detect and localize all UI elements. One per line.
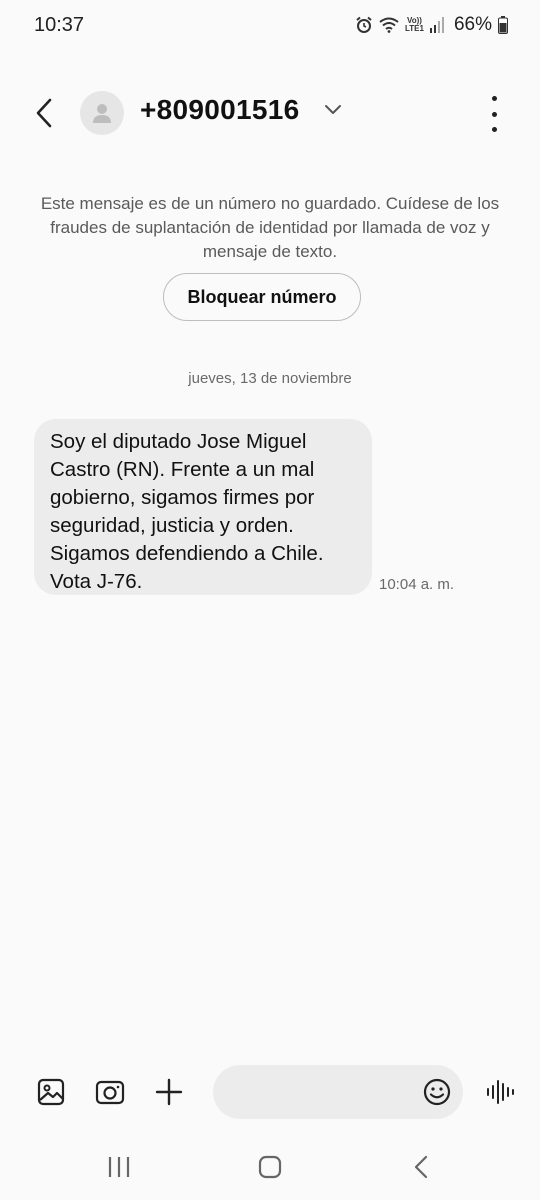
home-button[interactable] xyxy=(255,1152,285,1182)
more-vert-icon-dot xyxy=(491,127,497,132)
block-number-button[interactable]: Bloquear número xyxy=(163,273,361,321)
messages-screen: 10:37 Vo)) LTE1 66% +809001516 Este mens… xyxy=(0,0,540,1200)
more-vert-icon-dot xyxy=(491,96,497,101)
more-vert-icon-dot xyxy=(491,111,497,117)
chevron-down-icon[interactable] xyxy=(322,102,344,116)
recent-apps-button[interactable] xyxy=(104,1152,134,1182)
recent-apps-icon xyxy=(108,1157,130,1177)
camera-button[interactable] xyxy=(94,1076,126,1108)
unsaved-number-warning: Este mensaje es de un número no guardado… xyxy=(40,194,500,261)
more-options-button[interactable] xyxy=(484,96,504,132)
voice-icon xyxy=(487,1080,514,1104)
back-arrow-icon xyxy=(36,98,52,128)
system-back-button[interactable] xyxy=(406,1152,436,1182)
signal-icon xyxy=(429,17,444,33)
alarm-icon xyxy=(356,16,372,33)
attach-button[interactable] xyxy=(153,1076,185,1108)
gallery-icon xyxy=(37,1078,65,1106)
wifi-icon xyxy=(379,17,399,33)
emoji-icon[interactable] xyxy=(422,1077,452,1107)
avatar[interactable] xyxy=(80,91,124,135)
lte-line2: LTE1 xyxy=(405,24,424,33)
conversation-header: +809001516 xyxy=(0,80,540,146)
date-separator: jueves, 13 de noviembre xyxy=(188,370,352,387)
status-icons: Vo)) LTE1 66% xyxy=(355,14,508,36)
voice-button[interactable] xyxy=(484,1076,516,1108)
person-icon xyxy=(93,104,111,123)
camera-icon xyxy=(95,1080,125,1105)
message-composer xyxy=(0,1062,540,1122)
home-icon xyxy=(258,1155,282,1179)
status-bar: 10:37 Vo)) LTE1 66% xyxy=(0,0,540,56)
battery-icon xyxy=(498,16,508,34)
system-navigation-bar xyxy=(0,1140,540,1192)
lte-icon: Vo)) LTE1 xyxy=(405,17,424,33)
plus-icon xyxy=(155,1078,183,1106)
message-bubble[interactable]: Soy el diputado Jose Miguel Castro (RN).… xyxy=(34,419,372,595)
status-time: 10:37 xyxy=(34,14,85,36)
gallery-button[interactable] xyxy=(35,1076,67,1108)
contact-number[interactable]: +809001516 xyxy=(140,94,300,126)
battery-percent: 66% xyxy=(453,14,492,35)
back-button[interactable] xyxy=(26,92,62,134)
message-timestamp: 10:04 a. m. xyxy=(379,576,455,593)
back-icon xyxy=(414,1155,428,1179)
